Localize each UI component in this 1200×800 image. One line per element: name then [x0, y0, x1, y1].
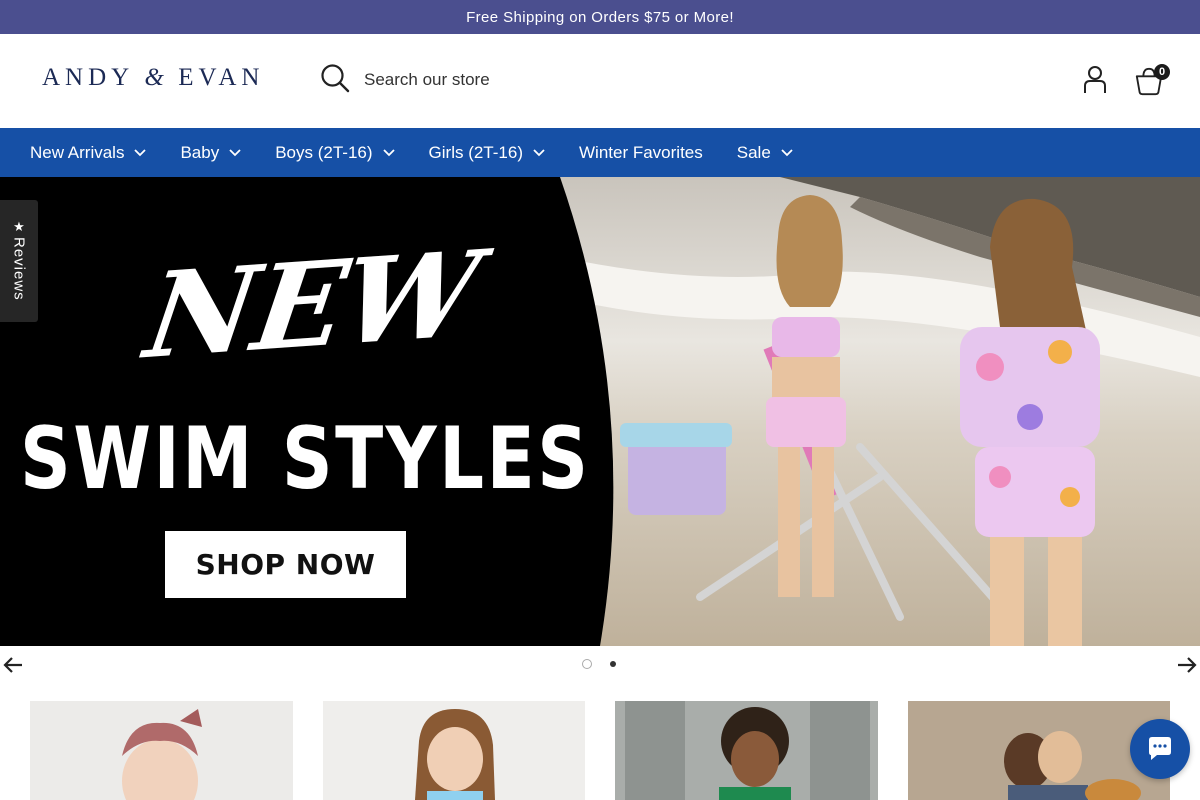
chevron-down-icon	[781, 148, 793, 156]
arrow-left-icon[interactable]	[2, 654, 24, 676]
nav-item-sale[interactable]: Sale	[737, 143, 793, 163]
reviews-tab-label: Reviews	[10, 237, 28, 301]
chat-button[interactable]	[1130, 719, 1190, 779]
logo-word-andy: ANDY	[42, 64, 134, 91]
chevron-down-icon	[134, 148, 147, 156]
nav-item-label: Baby	[180, 142, 220, 162]
search-bar	[320, 62, 840, 98]
nav-item-label: New Arrivals	[30, 142, 125, 162]
nav-item-label: Girls (2T-16)	[428, 142, 523, 162]
nav-item-winter-favorites[interactable]: Winter Favorites	[579, 143, 703, 163]
girl-photo	[323, 701, 585, 800]
hero-headline-script: NEW	[138, 223, 487, 386]
category-card-girls[interactable]	[323, 701, 586, 800]
hero-headline: SWIM STYLES	[20, 409, 591, 509]
slider-dots	[582, 659, 616, 669]
slider-controls	[0, 650, 1200, 680]
boy-photo	[615, 701, 878, 800]
nav-item-girls[interactable]: Girls (2T-16)	[429, 143, 545, 163]
logo-ampersand: &	[144, 64, 167, 91]
nav-item-label: Boys (2T-16)	[275, 142, 373, 162]
nav-item-baby[interactable]: Baby	[180, 143, 241, 163]
chevron-down-icon	[382, 148, 395, 156]
nav-item-label: Sale	[736, 142, 771, 162]
slider-dot-2[interactable]	[610, 661, 616, 667]
arrow-right-icon[interactable]	[1176, 654, 1198, 676]
cart-count-badge: 0	[1154, 63, 1170, 80]
main-navigation: New Arrivals Baby Boys (2T-16) Girls (2T…	[0, 128, 1200, 177]
logo-word-evan: EVAN	[178, 64, 265, 91]
announcement-bar: Free Shipping on Orders $75 or More!	[0, 0, 1200, 34]
brand-logo[interactable]: ANDY & EVAN	[42, 64, 264, 92]
search-input[interactable]	[364, 70, 784, 90]
nav-item-new-arrivals[interactable]: New Arrivals	[30, 142, 147, 163]
category-cards	[30, 701, 1170, 800]
reviews-tab[interactable]: ★ Reviews	[0, 200, 38, 322]
cart-button[interactable]: 0	[1134, 63, 1170, 98]
search-icon[interactable]	[320, 63, 350, 98]
slider-dot-1[interactable]	[582, 659, 592, 669]
site-header: ANDY & EVAN 0	[0, 34, 1200, 128]
chevron-down-icon	[533, 148, 545, 156]
chevron-down-icon	[229, 148, 241, 156]
category-card-boys[interactable]	[615, 701, 878, 800]
chat-bubble-icon	[1149, 737, 1171, 760]
announcement-text: Free Shipping on Orders $75 or More!	[466, 8, 734, 26]
hero-banner[interactable]: NEW SWIM STYLES SHOP NOW	[0, 177, 1200, 646]
nav-item-label: Winter Favorites	[579, 142, 703, 162]
category-card-baby[interactable]	[30, 701, 293, 800]
account-icon[interactable]	[1080, 64, 1110, 99]
baby-photo	[30, 701, 293, 800]
header-icons: 0	[1080, 63, 1170, 99]
star-icon: ★	[13, 219, 25, 234]
nav-item-boys[interactable]: Boys (2T-16)	[275, 142, 395, 163]
shop-now-button[interactable]: SHOP NOW	[165, 531, 406, 598]
